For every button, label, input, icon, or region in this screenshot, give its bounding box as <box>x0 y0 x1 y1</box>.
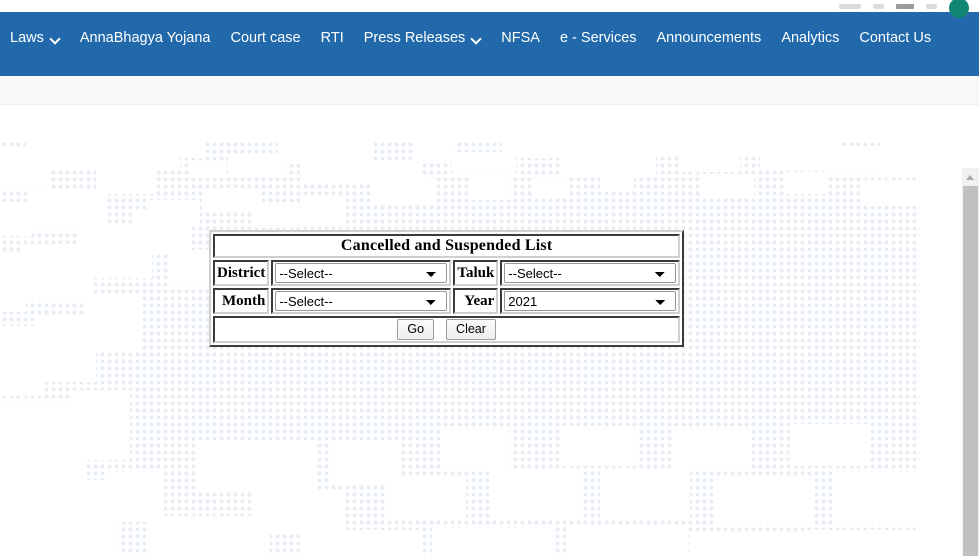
form-table: Cancelled and Suspended List District --… <box>209 230 685 347</box>
nav-item-label: Analytics <box>781 30 840 46</box>
nav-item-press-releases[interactable]: Press Releases <box>354 27 492 50</box>
table-row-title: Cancelled and Suspended List <box>213 234 681 258</box>
chevron-down-icon <box>472 34 481 43</box>
nav-item-label: e - Services <box>559 30 637 46</box>
nav-item-court-case[interactable]: Court case <box>221 27 311 50</box>
main-navbar: Laws AnnaBhagya Yojana Court case RTI Pr… <box>0 12 979 76</box>
go-button[interactable]: Go <box>397 319 435 340</box>
field-cell-district: --Select-- <box>271 260 452 286</box>
taluk-select[interactable]: --Select-- <box>504 263 677 283</box>
label-year: Year <box>453 288 499 314</box>
navbar-item-list: Laws AnnaBhagya Yojana Court case RTI Pr… <box>0 27 941 50</box>
table-row-actions: Go Clear <box>213 316 681 343</box>
nav-item-label: RTI <box>320 30 344 46</box>
browser-chrome-strip <box>0 0 979 18</box>
field-cell-month: --Select-- <box>271 288 452 314</box>
scrollbar-up-arrow-icon[interactable] <box>962 168 979 185</box>
table-row-district-taluk: District --Select-- Taluk --Select-- <box>213 260 681 286</box>
nav-item-label: Announcements <box>656 30 762 46</box>
nav-item-label: Contact Us <box>859 30 932 46</box>
content-scrollbar[interactable] <box>962 168 979 556</box>
nav-item-label: Press Releases <box>363 30 466 46</box>
form-actions: Go Clear <box>213 316 681 343</box>
label-month: Month <box>213 288 270 314</box>
nav-item-annabhagya-yojana[interactable]: AnnaBhagya Yojana <box>70 27 221 50</box>
toolbar-icon-c[interactable] <box>896 3 914 9</box>
label-district: District <box>213 260 270 286</box>
content-top-spacer <box>0 105 979 140</box>
nav-item-label: Court case <box>230 30 301 46</box>
nav-item-analytics[interactable]: Analytics <box>771 27 849 50</box>
clear-button[interactable]: Clear <box>446 319 496 340</box>
nav-item-label: NFSA <box>501 30 540 46</box>
form-title: Cancelled and Suspended List <box>213 234 681 258</box>
cancelled-suspended-form: Cancelled and Suspended List District --… <box>209 230 685 347</box>
browser-toolbar-icons <box>839 0 979 18</box>
content-area <box>0 140 979 556</box>
nav-item-announcements[interactable]: Announcements <box>647 27 772 50</box>
scrollbar-thumb[interactable] <box>963 186 978 556</box>
page-root: Laws AnnaBhagya Yojana Court case RTI Pr… <box>0 0 979 556</box>
toolbar-icon-a[interactable] <box>839 3 861 9</box>
year-select[interactable]: 2021 <box>504 291 677 311</box>
table-row-month-year: Month --Select-- Year 2021 <box>213 288 681 314</box>
month-select[interactable]: --Select-- <box>275 291 448 311</box>
label-taluk: Taluk <box>453 260 499 286</box>
nav-item-rti[interactable]: RTI <box>311 27 354 50</box>
nav-item-label: AnnaBhagya Yojana <box>79 30 211 46</box>
sub-navbar-band <box>0 76 979 105</box>
field-cell-taluk: --Select-- <box>500 260 681 286</box>
nav-item-nfsa[interactable]: NFSA <box>491 27 550 50</box>
nav-item-e-services[interactable]: e - Services <box>550 27 647 50</box>
field-cell-year: 2021 <box>500 288 681 314</box>
chevron-down-icon <box>51 34 60 43</box>
toolbar-icon-b[interactable] <box>873 3 884 9</box>
nav-item-contact-us[interactable]: Contact Us <box>849 27 941 50</box>
nav-item-laws[interactable]: Laws <box>0 27 70 50</box>
district-select[interactable]: --Select-- <box>275 263 448 283</box>
nav-item-label: Laws <box>10 30 44 46</box>
toolbar-icon-d[interactable] <box>926 3 937 9</box>
